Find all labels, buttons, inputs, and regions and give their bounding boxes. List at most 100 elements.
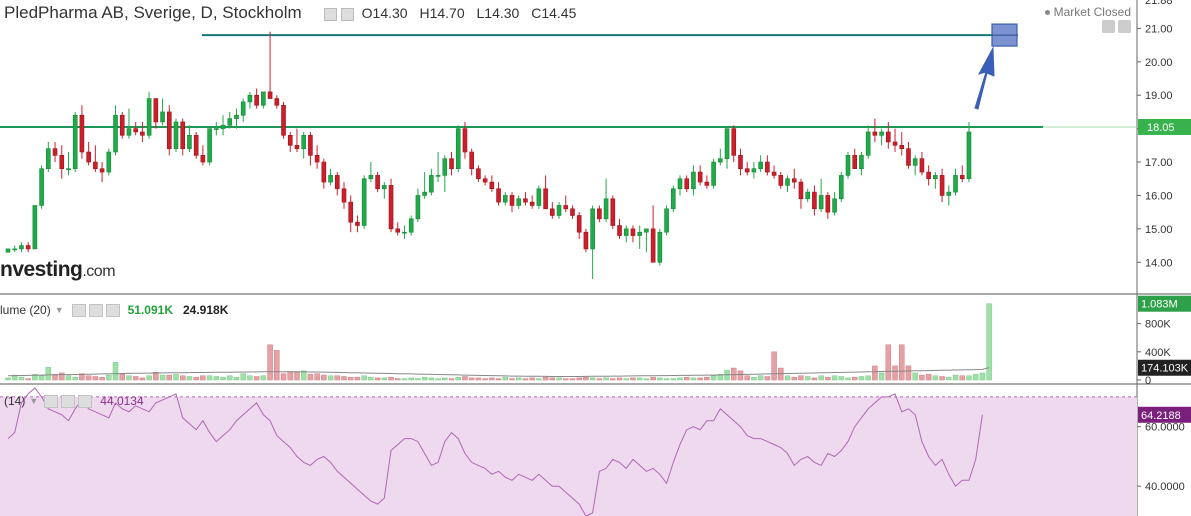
volume-bar [851, 376, 858, 381]
candle-body [328, 175, 333, 183]
candle-body [93, 161, 98, 170]
candle-body [429, 175, 434, 193]
candle-body [738, 155, 743, 170]
volume-bar [912, 372, 918, 381]
volume-bar [159, 374, 166, 381]
candle-body [939, 175, 945, 196]
volume-bar [341, 376, 347, 381]
candle-body [906, 148, 911, 166]
rsi-eye-icon[interactable] [44, 394, 59, 408]
candle-body [449, 158, 454, 170]
volume-bar [166, 374, 173, 381]
candle-body [314, 155, 320, 163]
download-icon[interactable] [1102, 20, 1115, 33]
candle-body [247, 94, 253, 103]
volume-bar [845, 377, 851, 381]
volume-bar [522, 378, 529, 381]
candle-body [543, 188, 548, 210]
candle-body [408, 218, 414, 233]
close-value: C14.45 [531, 5, 577, 21]
candle-body [872, 131, 878, 136]
candle-body [953, 175, 958, 193]
volume-bar [650, 376, 656, 381]
volume-bar [704, 376, 710, 381]
candle-body [455, 128, 461, 170]
volume-bar [388, 376, 394, 381]
candle-body [865, 131, 871, 156]
volume-bar [361, 375, 367, 381]
volume-bar [536, 378, 542, 381]
volume-tick-label: 800K [1145, 319, 1171, 331]
volume-eye-icon[interactable] [71, 303, 86, 317]
volume-bar [636, 377, 643, 381]
volume-bar [764, 376, 771, 381]
volume-current-label: 1.083M [1141, 299, 1178, 311]
volume-bar [186, 376, 193, 381]
candle-body [166, 111, 172, 149]
candle-body [892, 141, 898, 146]
volume-bar [569, 378, 576, 381]
volume-bar [946, 376, 952, 381]
volume-tick-label: 0 [1145, 375, 1151, 387]
candle-body [32, 205, 38, 250]
volume-close-icon[interactable] [105, 303, 120, 317]
volume-bar [683, 376, 690, 381]
candle-body [771, 171, 777, 176]
volume-bar [502, 376, 509, 381]
upload-icon[interactable] [1118, 20, 1131, 33]
volume-settings-icon[interactable] [88, 303, 103, 317]
candle-body [12, 248, 18, 251]
rsi-close-icon[interactable] [78, 394, 93, 408]
volume-bar [442, 377, 448, 381]
candle-body [25, 245, 31, 250]
volume-bar [576, 377, 582, 381]
volume-bar [274, 350, 280, 381]
volume-bar [583, 376, 589, 381]
candle-body [959, 175, 965, 180]
rsi-legend: (14) ▼ 44.0134 [4, 394, 144, 408]
volume-bar [878, 372, 885, 381]
rsi-caret-icon[interactable]: ▼ [29, 396, 38, 406]
candle-body [274, 98, 280, 106]
volume-bar [899, 344, 905, 381]
candle-body [261, 91, 266, 106]
candle-body [597, 208, 602, 220]
candle-body [334, 175, 340, 190]
price-tick-label: 21.00 [1145, 23, 1173, 35]
candle-body [267, 91, 273, 99]
volume-tick-label: 400K [1145, 347, 1171, 359]
candle-body [818, 195, 824, 210]
volume-bar [670, 378, 677, 381]
candle-body [187, 135, 192, 149]
volume-caret-icon[interactable]: ▼ [55, 305, 64, 315]
volume-bar [59, 372, 65, 381]
candle-body [207, 128, 212, 163]
volume-bar [415, 378, 421, 381]
candle-body [704, 181, 710, 186]
candle-body [469, 151, 474, 170]
volume-legend: lume (20) ▼ 51.091K 24.918K [0, 303, 228, 317]
price-tick-label: 19.00 [1145, 90, 1173, 102]
header-settings-icon[interactable] [323, 7, 337, 21]
candle-body [140, 131, 145, 136]
candle-body [180, 121, 186, 149]
volume-bar [549, 377, 556, 381]
candle-body [39, 168, 44, 206]
volume-bar [804, 376, 811, 381]
volume-bar [919, 374, 925, 381]
volume-bar [233, 376, 240, 381]
volume-bar [179, 375, 186, 381]
volume-bar [112, 362, 119, 381]
volume-bar [5, 377, 11, 381]
volume-bar [475, 377, 482, 381]
header-gear-icon[interactable] [340, 7, 354, 21]
candle-body [798, 181, 804, 200]
volume-bar [65, 375, 72, 381]
candle-body [919, 158, 925, 173]
candle-body [933, 175, 938, 180]
volume-bar [495, 378, 502, 381]
candle-body [52, 148, 58, 156]
candle-body [724, 128, 730, 159]
rsi-settings-icon[interactable] [61, 394, 76, 408]
volume-bar [657, 377, 663, 381]
